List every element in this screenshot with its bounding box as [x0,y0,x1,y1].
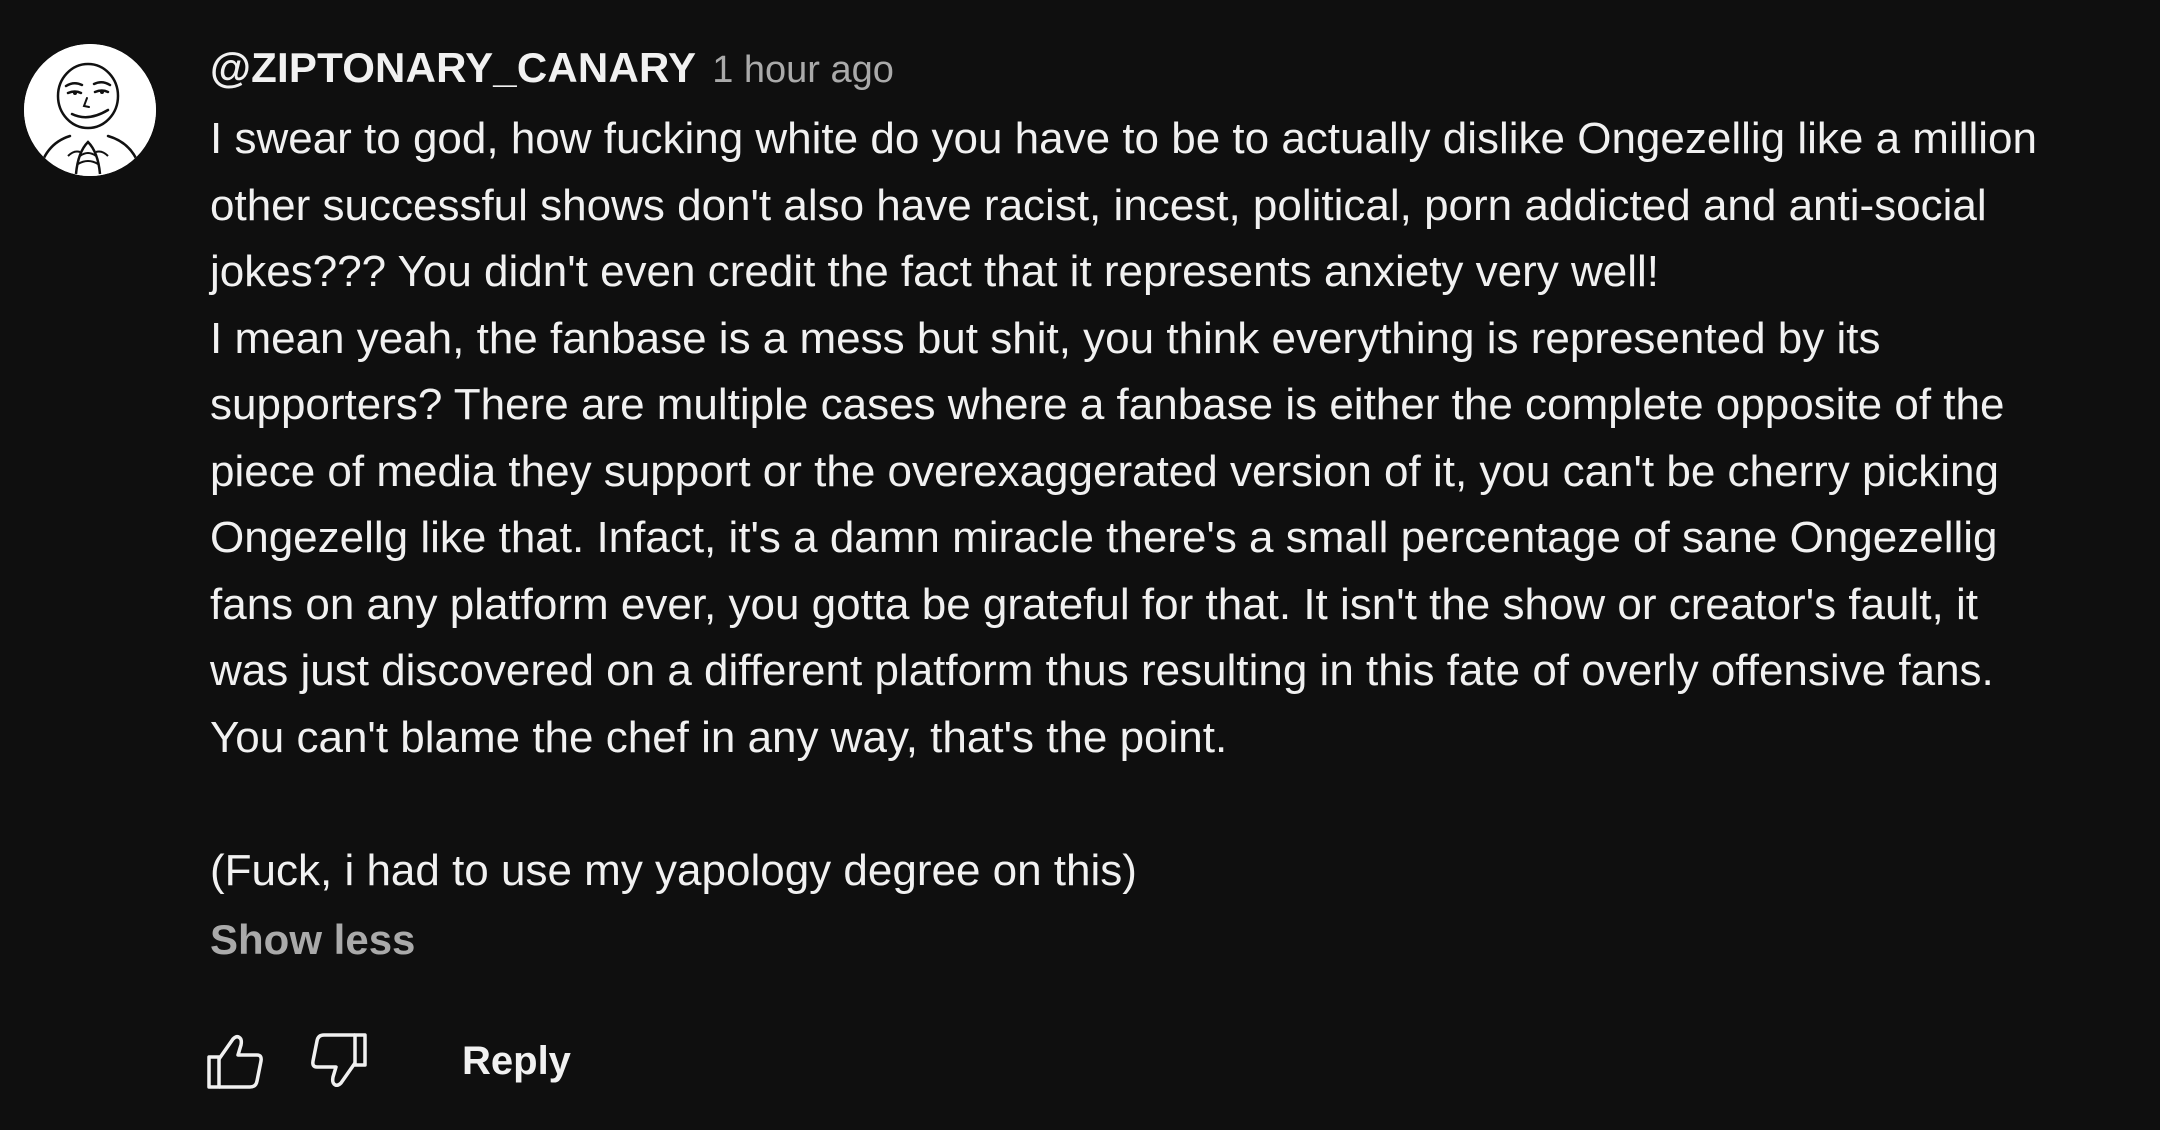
thumbs-down-icon [311,1033,367,1088]
comment-text: I swear to god, how fucking white do you… [210,106,2135,904]
comment-header: @ZIPTONARY_CANARY 1 hour ago [210,44,2135,104]
comment-line: jokes??? You didn't even credit the fact… [210,247,1660,296]
avatar[interactable] [24,44,156,176]
comment-line: other successful shows don't also have r… [210,180,1987,230]
comment-line: Ongezellg like that. Infact, it's a damn… [210,513,1998,562]
reply-button[interactable]: Reply [462,1039,571,1084]
dislike-button[interactable] [304,1026,374,1096]
comment-line: I swear to god, how fucking white do you… [210,114,2037,163]
comment-line: fans on any platform ever, you gotta be … [210,579,1978,629]
author-name[interactable]: @ZIPTONARY_CANARY [210,44,696,92]
comment-line: supporters? There are multiple cases whe… [210,380,2005,429]
show-less-button[interactable]: Show less [210,916,415,964]
comment-line: I mean yeah, the fanbase is a mess but s… [210,313,1881,363]
comment-final-line: (Fuck, i had to use my yapology degree o… [210,845,1137,895]
thumbs-up-icon [207,1034,263,1089]
comment-line: piece of media they support or the overe… [210,446,1999,496]
comment-actions: Reply [200,1026,571,1096]
smirking-meme-face-icon [24,44,156,176]
comment-timestamp[interactable]: 1 hour ago [712,49,894,92]
comment-line: You can't blame the chef in any way, tha… [210,712,1228,762]
comment-body: @ZIPTONARY_CANARY 1 hour ago I swear to … [210,44,2135,964]
like-button[interactable] [200,1026,270,1096]
comment-thread: @ZIPTONARY_CANARY 1 hour ago I swear to … [0,0,2160,1130]
comment-line: was just discovered on a different platf… [210,646,1994,695]
